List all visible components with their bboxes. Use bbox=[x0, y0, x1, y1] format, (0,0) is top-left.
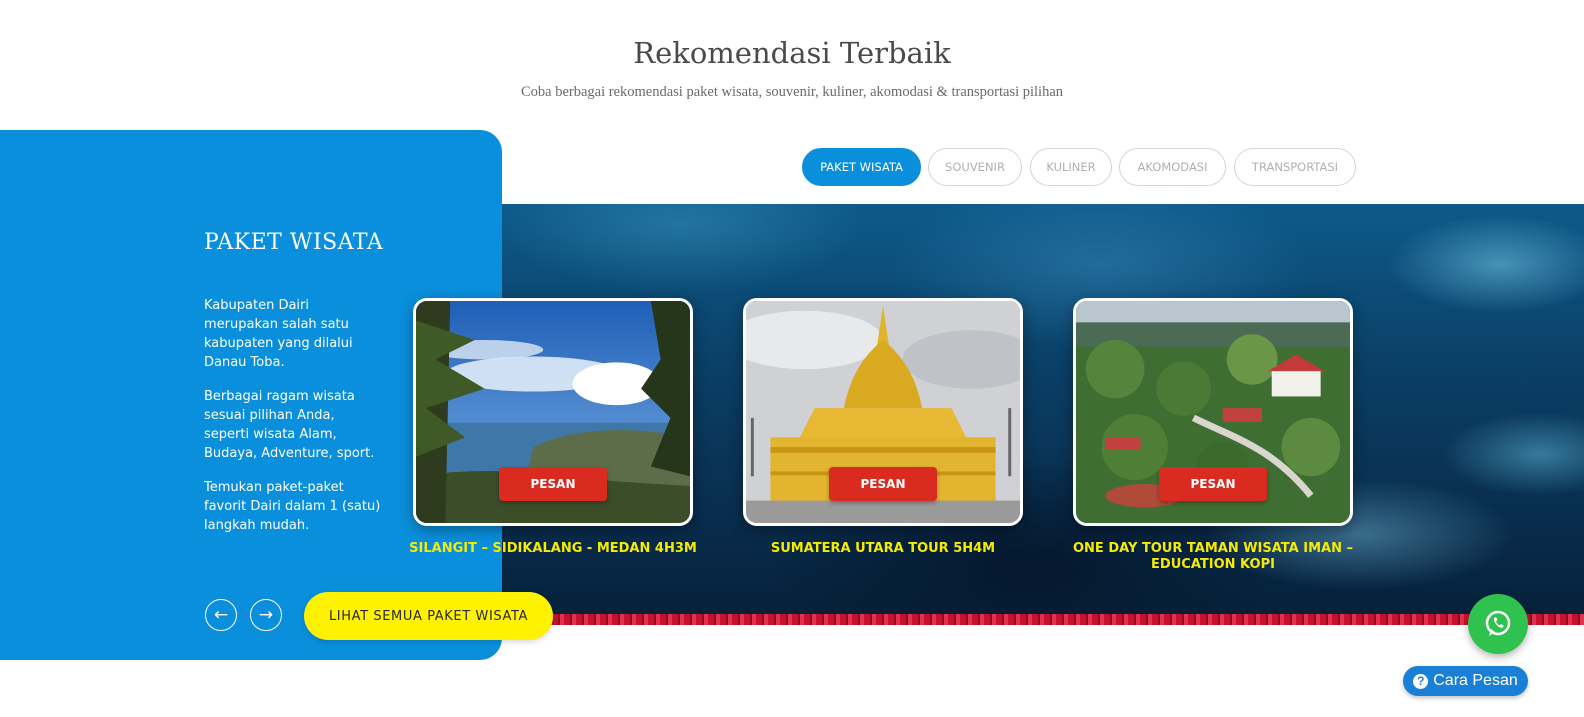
tab-paket-wisata[interactable]: PAKET WISATA bbox=[802, 148, 921, 186]
tab-akomodasi[interactable]: AKOMODASI bbox=[1119, 148, 1226, 186]
panel-description: Kabupaten Dairi merupakan salah satu kab… bbox=[204, 296, 382, 550]
whatsapp-button[interactable] bbox=[1468, 594, 1528, 654]
arrow-left-icon: ← bbox=[213, 605, 229, 625]
section-title: Rekomendasi Terbaik bbox=[633, 36, 951, 70]
tab-souvenir[interactable]: SOUVENIR bbox=[928, 148, 1022, 186]
package-card[interactable]: PESAN bbox=[743, 298, 1023, 526]
see-all-packages-button[interactable]: LIHAT SEMUA PAKET WISATA bbox=[304, 592, 553, 640]
panel-title: PAKET WISATA bbox=[204, 230, 384, 255]
cara-pesan-label: Cara Pesan bbox=[1433, 672, 1518, 689]
prev-slide-button[interactable]: ← bbox=[205, 599, 237, 631]
package-title[interactable]: SUMATERA UTARA TOUR 5H4M bbox=[733, 541, 1033, 557]
package-card[interactable]: PESAN bbox=[1073, 298, 1353, 526]
tab-kuliner[interactable]: KULINER bbox=[1030, 148, 1112, 186]
cara-pesan-button[interactable]: ? Cara Pesan bbox=[1403, 666, 1528, 696]
section-subtitle: Coba berbagai rekomendasi paket wisata, … bbox=[520, 84, 1064, 100]
whatsapp-icon bbox=[1485, 610, 1511, 636]
order-button[interactable]: PESAN bbox=[829, 467, 937, 501]
package-title[interactable]: ONE DAY TOUR TAMAN WISATA IMAN – EDUCATI… bbox=[1063, 541, 1363, 573]
next-slide-button[interactable]: → bbox=[250, 599, 282, 631]
order-button[interactable]: PESAN bbox=[499, 467, 607, 501]
panel-paragraph: Berbagai ragam wisata sesuai pilihan And… bbox=[204, 389, 375, 461]
package-title[interactable]: SILANGIT – SIDIKALANG - MEDAN 4H3M bbox=[403, 541, 703, 557]
tab-transportasi[interactable]: TRANSPORTASI bbox=[1234, 148, 1356, 186]
panel-paragraph: Kabupaten Dairi merupakan salah satu kab… bbox=[204, 298, 353, 370]
package-card[interactable]: PESAN bbox=[413, 298, 693, 526]
order-button[interactable]: PESAN bbox=[1159, 467, 1267, 501]
ulos-ribbon-divider bbox=[480, 614, 1584, 625]
arrow-right-icon: → bbox=[258, 605, 274, 625]
panel-paragraph: Temukan paket-paket favorit Dairi dalam … bbox=[204, 480, 381, 533]
question-circle-icon: ? bbox=[1413, 673, 1429, 689]
